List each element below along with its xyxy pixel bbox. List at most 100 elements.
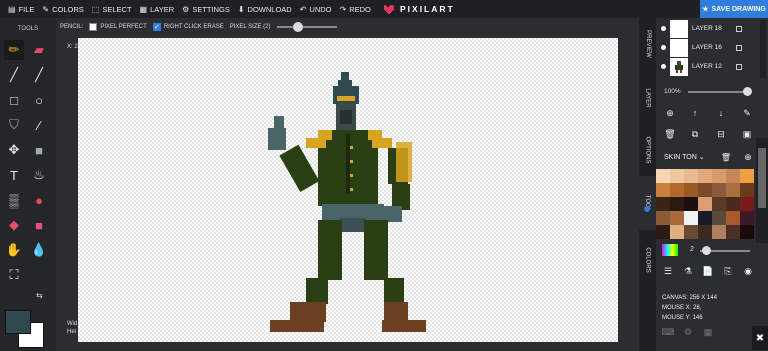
palette-swatch[interactable] [698,211,712,225]
palette-scrollbar-thumb[interactable] [758,148,766,208]
add-layer-icon[interactable]: ⊕ [664,107,676,119]
palette-swatch[interactable] [670,211,684,225]
file-menu[interactable]: ▤ FILE [8,5,34,14]
merge-layer-icon[interactable]: ⊟ [715,128,727,140]
delete-layer-icon[interactable]: 🗑 [664,128,676,140]
right-click-erase-checkbox[interactable]: ✓ [152,23,161,31]
swap-colors-icon[interactable]: ⇆ [36,291,43,300]
palette-swatch[interactable] [726,225,740,239]
text-tool-icon[interactable]: T [4,165,24,185]
layer-row[interactable]: LAYER 18 [656,19,760,38]
palette-swatch[interactable] [712,225,726,239]
palette-swatch[interactable] [698,225,712,239]
tab-layer[interactable]: LAYER [639,76,656,120]
palette-swatch[interactable] [684,211,698,225]
palette-swatch[interactable] [740,197,754,211]
fill-bucket-tool-icon[interactable]: ⛉ [4,115,24,135]
tab-colors[interactable]: COLORS [639,230,656,290]
undo-button[interactable]: ↶ UNDO [300,5,332,14]
gradient-tool-icon[interactable]: ■ [29,215,49,235]
palette-swatch[interactable] [670,169,684,183]
layer-menu[interactable]: ▦ LAYER [140,5,175,14]
move-tool-icon[interactable]: ✥ [4,140,24,160]
pixel-size-slider[interactable] [276,22,337,32]
palette-swatch[interactable] [726,197,740,211]
layer-select-checkbox[interactable] [736,25,742,32]
list-icon[interactable]: ☰ [662,265,674,277]
palette-swatch[interactable] [698,183,712,197]
blur-tool-icon[interactable]: 💧 [29,240,49,260]
opacity-slider-knob[interactable] [743,87,752,96]
brush-size-slider[interactable] [700,246,750,255]
palette-swatch[interactable] [656,225,670,239]
primary-color-swatch[interactable] [5,310,31,334]
layer-row[interactable]: LAYER 16 [656,38,760,57]
brush-tool-icon[interactable]: ╱ [4,65,24,85]
close-icon[interactable]: ✖ [752,326,768,350]
palette-swatch[interactable] [684,183,698,197]
brush-size-slider-knob[interactable] [702,246,711,255]
tab-tool[interactable]: TOOL [639,176,656,230]
duplicate-layer-icon[interactable]: ⧉ [689,128,701,140]
redo-button[interactable]: ↷ REDO [340,5,371,14]
save-drawing-button[interactable]: ★ SAVE DRAWING [700,0,768,18]
download-menu[interactable]: ⬇ DOWNLOAD [238,5,292,14]
color-picker-icon[interactable] [662,244,678,256]
palette-swatch[interactable] [670,197,684,211]
layers-scrollbar[interactable] [760,20,766,78]
palette-swatch[interactable] [740,169,754,183]
pixel-perfect-checkbox[interactable] [89,23,98,31]
palette-swatch[interactable] [670,183,684,197]
palette-scrollbar[interactable] [756,138,768,243]
stamp-tool-icon[interactable]: ♨ [29,165,49,185]
layer-select-checkbox[interactable] [736,44,742,51]
palette-swatch[interactable] [656,211,670,225]
layer-options-icon[interactable]: ▣ [741,128,753,140]
palette-swatch[interactable] [740,183,754,197]
record-icon[interactable]: ◉ [742,265,754,277]
hand-tool-icon[interactable]: ✋ [4,240,24,260]
palette-swatch[interactable] [670,225,684,239]
crop-tool-icon[interactable]: ⛶ [4,265,24,285]
palette-swatch[interactable] [684,225,698,239]
tab-preview[interactable]: PREVIEW [639,18,656,70]
add-color-icon[interactable]: ⊕ [742,151,754,163]
layer-visibility-icon[interactable] [661,45,666,50]
rectangle-tool-icon[interactable]: □ [4,90,24,110]
palette-swatch[interactable] [740,225,754,239]
palette-swatch[interactable] [698,197,712,211]
shade-tool-icon[interactable]: ● [29,190,49,210]
document-icon[interactable]: 📄 [702,265,714,277]
delete-palette-icon[interactable]: 🗑 [720,151,732,163]
palette-swatch[interactable] [712,169,726,183]
palette-swatch[interactable] [726,183,740,197]
layer-visibility-icon[interactable] [661,26,666,31]
palette-swatch[interactable] [712,183,726,197]
palette-swatch[interactable] [656,197,670,211]
palette-swatch[interactable] [726,169,740,183]
colors-menu[interactable]: ✎ COLORS [42,5,83,14]
palette-swatch[interactable] [656,169,670,183]
eyedropper-tool-icon[interactable]: ⁄ [29,115,49,135]
move-layer-down-icon[interactable]: ↓ [715,107,727,119]
gears-icon[interactable]: ⚙ [682,326,694,338]
grid-icon[interactable]: ▦ [702,326,714,338]
circle-tool-icon[interactable]: ○ [29,90,49,110]
palette-swatch[interactable] [712,197,726,211]
line-tool-icon[interactable]: ╱ [29,65,49,85]
export-icon[interactable]: ⎘ [722,265,734,277]
keyboard-icon[interactable]: ⌨ [662,326,675,338]
layer-opacity-slider[interactable] [688,87,752,96]
dither-tool-icon[interactable]: ▒ [4,190,24,210]
palette-swatch[interactable] [698,169,712,183]
flask-icon[interactable]: ⚗ [682,265,694,277]
pixel-size-slider-knob[interactable] [292,22,303,32]
layer-select-checkbox[interactable] [736,63,742,70]
settings-menu[interactable]: ⚙ SETTINGS [182,5,230,14]
select-menu[interactable]: ⬚ SELECT [92,5,132,14]
palette-swatch[interactable] [712,211,726,225]
palette-selector[interactable]: SKIN TON ⌄ [664,153,705,161]
eraser-tool-icon[interactable]: ▰ [29,40,49,60]
color-replace-tool-icon[interactable]: ◆ [4,215,24,235]
pencil-tool-icon[interactable]: ✏ [4,40,24,60]
